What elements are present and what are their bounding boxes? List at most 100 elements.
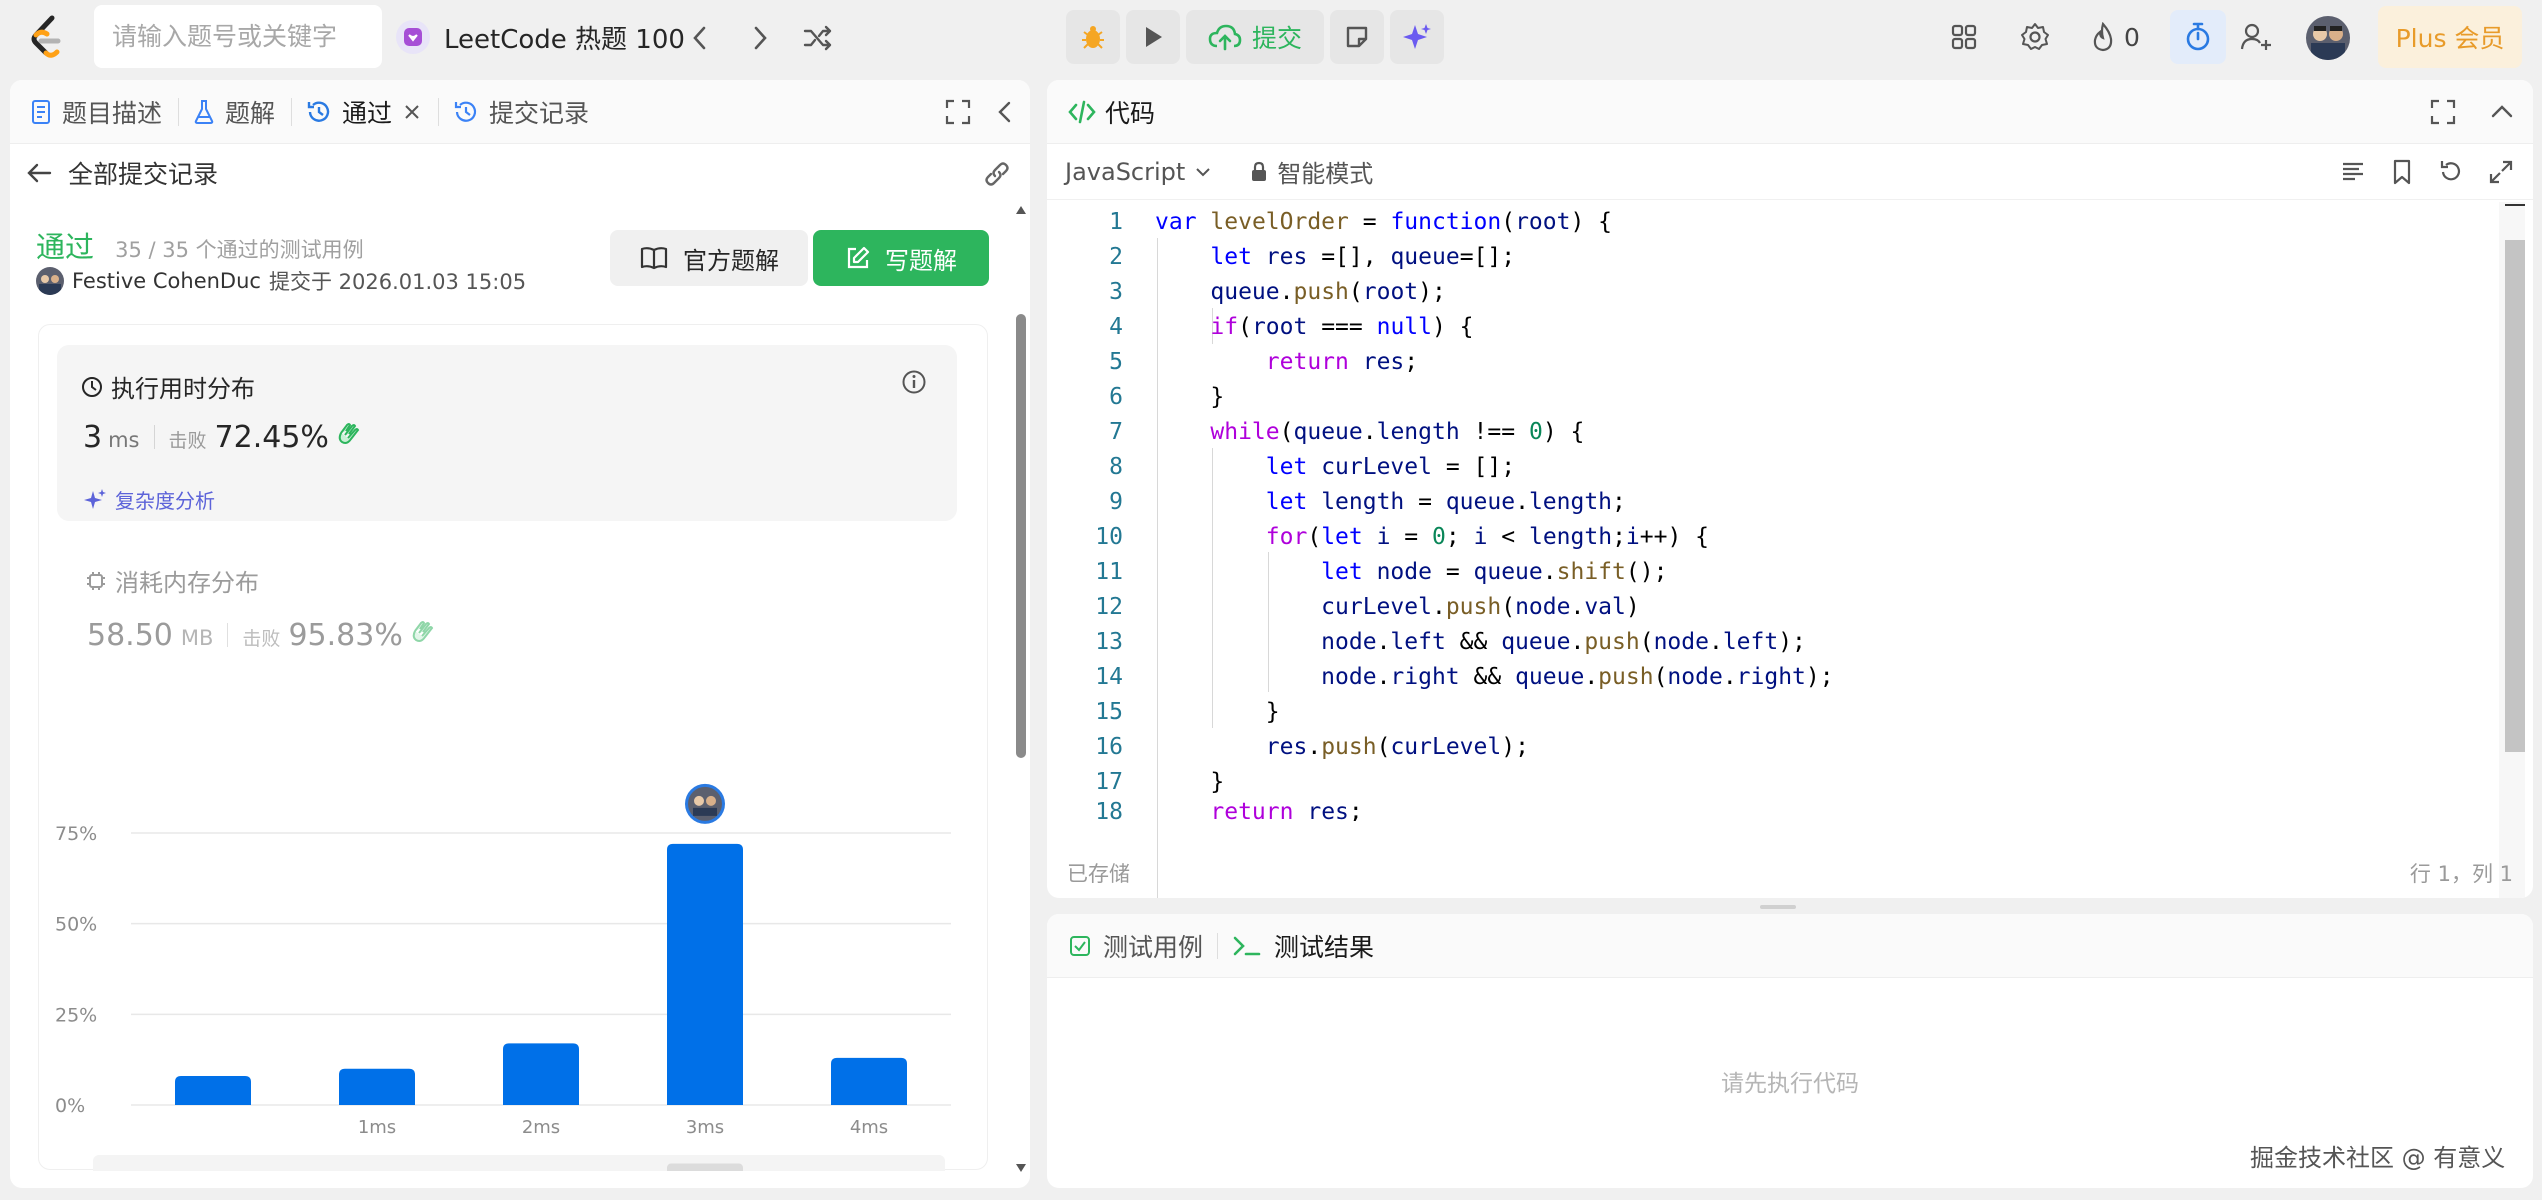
back-to-submissions[interactable]: 全部提交记录 — [10, 144, 1030, 202]
stats-card: 执行用时分布 3 ms 击败 72.45% 复杂度分析 消耗内存分布 58.50… — [38, 324, 989, 1171]
code-editor[interactable]: 1 var levelOrder = function(root) { 2 le… — [1047, 202, 2499, 898]
random-problem-button[interactable] — [798, 18, 838, 58]
reset-icon[interactable] — [2437, 158, 2465, 186]
code-line: 10 for(let i = 0; i < length;i++) { — [1095, 523, 1710, 550]
run-button[interactable] — [1126, 10, 1180, 64]
my-submission-avatar[interactable] — [685, 783, 725, 824]
tab-accepted[interactable]: 通过 — [306, 80, 438, 144]
code-line: 17 } — [1095, 768, 1225, 795]
notes-button[interactable] — [1330, 10, 1385, 64]
navigator-bar — [667, 1163, 743, 1171]
tab-solutions[interactable]: 题解 — [193, 80, 291, 144]
code-line: 16 res.push(curLevel); — [1095, 733, 1529, 760]
tab-test-cases[interactable]: 测试用例 — [1069, 928, 1203, 964]
code-line: 3 queue.push(root); — [1109, 278, 1446, 305]
add-user-icon — [2240, 23, 2271, 50]
smart-mode-label: 智能模式 — [1277, 160, 1374, 188]
share-link-button[interactable] — [982, 159, 1012, 189]
code-icon — [1068, 100, 1096, 123]
editor-status-bar: 已存储 行 1，列 1 — [1047, 848, 2533, 898]
invite-friend-button[interactable] — [2240, 16, 2272, 58]
left-panel-controls — [944, 98, 1016, 126]
collapse-left-icon[interactable] — [994, 98, 1016, 126]
tab-submissions[interactable]: 提交记录 — [453, 80, 605, 144]
write-solution-button[interactable]: 写题解 — [813, 230, 989, 286]
back-label: 全部提交记录 — [68, 160, 219, 189]
streak-count: 0 — [2124, 22, 2140, 52]
layout-button[interactable] — [1950, 16, 1978, 58]
chevron-down-icon — [1196, 167, 1211, 176]
code-line: 2 let res =[], queue=[]; — [1109, 243, 1516, 270]
tab-test-results[interactable]: 测试结果 — [1232, 928, 1374, 964]
streak-counter[interactable]: 0 — [2090, 16, 2140, 58]
chevron-up-icon[interactable] — [2489, 98, 2515, 126]
submit-label: 提交 — [1252, 24, 1303, 53]
run-code-hint: 请先执行代码 — [1721, 1071, 1859, 1097]
expand-icon[interactable] — [2487, 158, 2515, 186]
flame-icon — [2093, 22, 2113, 52]
problem-list-title[interactable]: LeetCode 热题 100 — [396, 14, 685, 60]
saved-status: 已存储 — [1067, 862, 1130, 886]
tab-divider — [438, 97, 440, 126]
chart-bar[interactable] — [667, 843, 743, 1105]
x-tick-label: 2ms — [522, 1117, 560, 1138]
editor-toolbar: JavaScript 智能模式 — [1047, 144, 2533, 200]
chart-bar[interactable] — [831, 1057, 907, 1105]
code-scrollbar[interactable] — [2499, 202, 2525, 898]
run-toolbar: 提交 — [1066, 10, 1445, 64]
submission-result: 通过 35 / 35 个通过的测试用例 — [36, 224, 364, 266]
code-line: 6 } — [1109, 383, 1225, 410]
arrow-left-icon — [27, 163, 52, 183]
code-line: 12 curLevel.push(node.val) — [1095, 593, 1640, 620]
next-problem-button[interactable] — [740, 18, 780, 58]
book-icon — [640, 247, 668, 270]
username[interactable]: Festive CohenDuc — [72, 269, 261, 293]
format-icon[interactable] — [2339, 158, 2367, 186]
left-scrollbar[interactable] — [1014, 204, 1028, 1174]
tab-divider — [291, 97, 293, 126]
search-box[interactable] — [94, 5, 382, 68]
timer-button[interactable] — [2170, 10, 2226, 64]
edit-icon — [847, 246, 870, 269]
chart-bar[interactable] — [503, 1043, 579, 1105]
panel-resize-handle[interactable] — [1760, 905, 1796, 909]
fullscreen-icon[interactable] — [944, 98, 972, 126]
prev-problem-button[interactable] — [680, 18, 720, 58]
watermark: 掘金技术社区 @ 有意义 — [2250, 1144, 2506, 1172]
submitter-info: Festive CohenDuc 提交于 2026.01.03 15:05 — [36, 266, 526, 296]
history-icon — [454, 101, 477, 122]
chart-bar[interactable] — [175, 1075, 251, 1105]
bookmark-icon[interactable] — [2389, 158, 2415, 186]
submission-panel: 题目描述 题解 通过 提交记录 全部提交记录 通过 35 / 35 个通过的测试… — [10, 80, 1030, 1188]
document-icon — [32, 99, 50, 124]
ai-assistant-button[interactable] — [1390, 10, 1445, 64]
plus-label: Plus 会员 — [2395, 24, 2505, 53]
avatar[interactable] — [36, 267, 64, 295]
submit-button[interactable]: 提交 — [1186, 10, 1325, 64]
test-tabs: 测试用例 测试结果 — [1047, 914, 2533, 978]
runtime-histogram[interactable]: 75%50%25%0%1ms2ms3ms4ms1ms2ms3ms4ms — [39, 325, 989, 1171]
plus-membership-button[interactable]: Plus 会员 — [2378, 6, 2522, 68]
debug-button[interactable] — [1066, 10, 1120, 64]
code-line: 9 let length = queue.length; — [1109, 488, 1626, 515]
history-icon — [307, 101, 330, 122]
bug-icon — [1082, 26, 1104, 49]
tab-description[interactable]: 题目描述 — [30, 80, 178, 144]
search-input[interactable] — [112, 22, 382, 51]
close-icon[interactable] — [402, 102, 422, 122]
stopwatch-icon — [2186, 22, 2210, 51]
tab-divider — [1217, 932, 1219, 959]
code-line: 5 return res; — [1109, 348, 1419, 375]
settings-button[interactable] — [2020, 16, 2050, 58]
leetcode-logo-icon[interactable] — [26, 14, 66, 60]
smart-mode-toggle[interactable]: 智能模式 — [1249, 154, 1373, 189]
language-select[interactable]: JavaScript — [1065, 158, 1213, 186]
problem-list-label: LeetCode 热题 100 — [444, 24, 685, 55]
official-solution-button[interactable]: 官方题解 — [610, 230, 808, 286]
y-tick-label: 75% — [55, 823, 97, 845]
chart-bar[interactable] — [339, 1068, 415, 1105]
fullscreen-icon[interactable] — [2429, 98, 2457, 126]
passed-cases: 35 / 35 个通过的测试用例 — [115, 238, 364, 262]
user-avatar[interactable] — [2306, 16, 2350, 60]
y-tick-label: 50% — [55, 914, 97, 936]
